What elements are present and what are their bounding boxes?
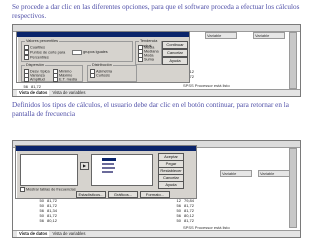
tab-variable-view[interactable]: Vista de variables [51, 231, 88, 237]
kurtosis-checkbox[interactable]: Curtosis [90, 73, 110, 78]
statistics-button[interactable]: Estadísticos... [76, 191, 106, 198]
percentiles-checkbox[interactable]: Percentiles [24, 55, 49, 60]
dialog-titlebar [16, 146, 196, 151]
groups-input[interactable] [72, 50, 82, 55]
table-row[interactable]: 5081,72 [168, 218, 194, 223]
help-button[interactable]: Ayuda [158, 181, 184, 189]
tab-data-view[interactable]: Vista de datos [17, 90, 50, 96]
dialog-titlebar [17, 32, 189, 37]
help-button[interactable]: Ayuda [162, 57, 188, 65]
tab-variable-view[interactable]: Vista de variables [51, 90, 88, 96]
top-caption: Se procede a dar clic en las diferentes … [12, 3, 300, 20]
range-checkbox[interactable]: Amplitud [24, 77, 45, 82]
frequencies-dialog-screenshot: Variable Variable ▶ Aceptar Pegar Restab… [12, 140, 301, 238]
variable-item[interactable] [102, 167, 115, 169]
vertical-scrollbar[interactable] [289, 148, 297, 228]
vertical-scrollbar[interactable] [289, 32, 297, 89]
tab-data-view[interactable]: Vista de datos [17, 231, 50, 237]
selected-variable-item[interactable] [102, 158, 116, 161]
group-legend: Valores percentiles [25, 39, 60, 44]
cancel-button[interactable]: Cancelar [162, 49, 188, 57]
suma-checkbox[interactable]: Suma [138, 57, 154, 62]
sheet-tabs: Vista de datos Vista de variables [13, 230, 300, 237]
data-cells: 50 81,72 50 81,72 56 81,34 50 81,72 56 80,12 [31, 198, 57, 223]
column-header[interactable]: Variable [258, 170, 290, 177]
column-header[interactable]: Variable [253, 32, 285, 39]
continue-button[interactable]: Continuar [162, 41, 188, 49]
column-header[interactable]: Variable [220, 170, 252, 177]
show-frequency-tables-checkbox[interactable]: Mostrar tablas de frecuencias [20, 187, 76, 192]
statistics-dialog: Valores percentiles Cuartiles Puntos de … [16, 31, 190, 83]
sheet-tabs: Vista de datos Vista de variables [13, 89, 300, 96]
group-legend: Dispersión [25, 63, 45, 68]
variable-item[interactable] [102, 171, 113, 173]
status-text: SPSS Processor está listo [183, 83, 230, 88]
group-legend: Distribución [91, 63, 113, 68]
data-cells-right: 12 79,84 56 81,72 50 81,72 56 80,12 50 81,72 [168, 198, 194, 223]
statistics-dialog-screenshot: Variable Variable 5081,72 5081,72 5081,3… [12, 24, 301, 97]
selected-variables-list[interactable] [91, 154, 153, 186]
variables-source-list[interactable] [20, 154, 78, 186]
equal-groups-label: grupos iguales [83, 50, 108, 54]
charts-button[interactable]: Gráficos... [108, 191, 138, 198]
format-button[interactable]: Formato... [140, 191, 170, 198]
move-arrow-button[interactable]: ▶ [80, 162, 89, 170]
frequencies-dialog: ▶ Aceptar Pegar Restablecer Cancelar Ayu… [15, 145, 197, 199]
middle-caption: Definidos los tipos de cálculos, el usua… [12, 101, 289, 118]
variable-item[interactable] [102, 163, 114, 165]
column-header[interactable]: Variable [205, 32, 237, 39]
se-mean-checkbox[interactable]: E.T. media [53, 77, 77, 82]
table-row[interactable]: 56 80,12 [31, 218, 57, 223]
